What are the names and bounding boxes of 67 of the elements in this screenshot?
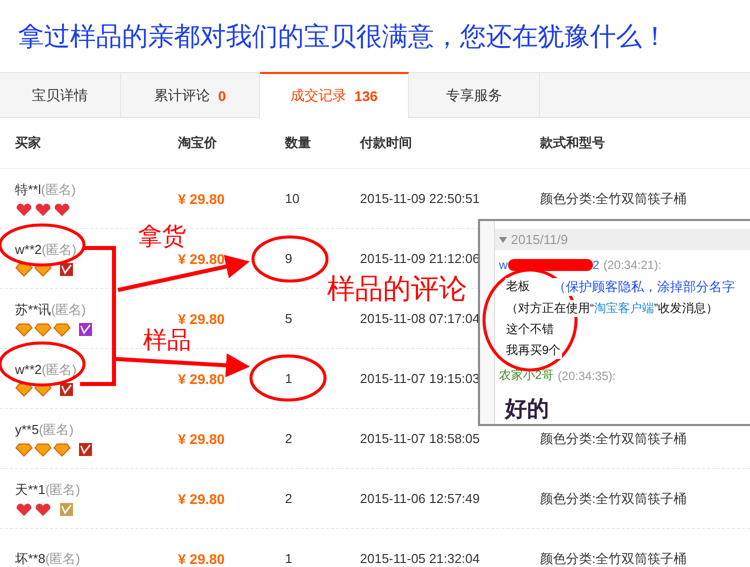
buyer-name: 苏**讯(匿名) bbox=[15, 300, 86, 318]
privacy-note: （保护顾客隐私，涂掉部分名字 bbox=[553, 278, 735, 296]
column-header: 买家 bbox=[15, 134, 41, 152]
buyer-name: 天**1(匿名) bbox=[15, 480, 80, 498]
tab[interactable]: 宝贝详情 bbox=[0, 72, 121, 117]
price: ¥ 29.80 bbox=[178, 370, 225, 386]
price: ¥ 29.80 bbox=[178, 190, 225, 206]
diamond-icon bbox=[15, 322, 33, 336]
payment-time: 2015-11-06 12:57:49 bbox=[360, 491, 480, 506]
heart-icon bbox=[15, 202, 33, 216]
buyer-name: 特**l(匿名) bbox=[15, 180, 76, 198]
diamond-icon bbox=[15, 382, 33, 396]
message-time: (20:34:35): bbox=[558, 368, 616, 382]
quantity: 10 bbox=[285, 191, 300, 206]
diamond-icon bbox=[34, 442, 52, 456]
column-header: 淘宝价 bbox=[178, 134, 217, 152]
heart-icon bbox=[34, 202, 52, 216]
quantity: 9 bbox=[285, 251, 292, 266]
message-text: 老板 bbox=[505, 278, 531, 295]
price: ¥ 29.80 bbox=[178, 490, 225, 506]
annotation-text: 样品的评论 bbox=[327, 274, 467, 305]
style-cell: 颜色分类:全竹双筒筷子桶 bbox=[540, 550, 687, 567]
diamond-icon bbox=[53, 442, 71, 456]
payment-time: 2015-11-09 21:12:06 bbox=[360, 251, 480, 266]
buyer-name: y**5(匿名) bbox=[15, 420, 74, 438]
sender-name: 2 bbox=[592, 258, 600, 272]
quantity: 2 bbox=[285, 431, 292, 446]
style-cell: 颜色分类:全竹双筒筷子桶 bbox=[540, 430, 687, 448]
quantity: 5 bbox=[285, 311, 292, 326]
payment-time: 2015-11-07 19:15:03 bbox=[360, 371, 480, 386]
diamond-icon bbox=[34, 322, 52, 336]
diamond-icon bbox=[15, 442, 33, 456]
banner-title: 拿过样品的亲都对我们的宝贝很满意，您还在犹豫什么！ bbox=[17, 20, 669, 52]
quantity: 2 bbox=[285, 491, 292, 506]
price: ¥ 29.80 bbox=[178, 250, 225, 266]
chat-date: 2015/11/9 bbox=[511, 232, 568, 247]
annotation-text: 样品 bbox=[143, 328, 191, 354]
payment-time: 2015-11-08 07:17:04 bbox=[360, 311, 480, 326]
payment-time: 2015-11-09 22:50:51 bbox=[360, 191, 480, 206]
style-cell: 颜色分类:全竹双筒筷子桶 bbox=[540, 490, 687, 508]
heart-icon bbox=[53, 202, 71, 216]
price: ¥ 29.80 bbox=[178, 550, 225, 566]
buyer-name: w**2(匿名) bbox=[15, 360, 76, 378]
heart-icon bbox=[34, 502, 52, 516]
buyer-name: w**2(匿名) bbox=[15, 240, 76, 258]
tab[interactable]: 专享服务 bbox=[409, 72, 540, 117]
quantity: 1 bbox=[285, 551, 292, 566]
message-time: (20:34:21): bbox=[603, 258, 662, 272]
message-text: 好的 bbox=[505, 395, 550, 423]
style-cell: 颜色分类:全竹双筒筷子桶 bbox=[540, 190, 687, 208]
diamond-icon bbox=[15, 262, 33, 276]
message-text: 我再买9个 bbox=[505, 342, 562, 359]
price: ¥ 29.80 bbox=[178, 430, 225, 446]
payment-time: 2015-11-07 18:58:05 bbox=[360, 431, 480, 446]
price: ¥ 29.80 bbox=[178, 310, 225, 326]
annotation-text: 拿货 bbox=[138, 224, 186, 250]
quantity: 1 bbox=[285, 371, 292, 386]
heart-icon bbox=[15, 502, 33, 516]
column-header: 款式和型号 bbox=[540, 134, 605, 152]
diamond-icon bbox=[53, 322, 71, 336]
sender-name: 农家小2哥 bbox=[499, 367, 554, 384]
buyer-name: 坏**8(匿名) bbox=[15, 550, 80, 567]
payment-time: 2015-11-05 21:32:04 bbox=[360, 551, 480, 566]
column-header: 付款时间 bbox=[360, 134, 412, 152]
collapse-triangle-icon bbox=[499, 236, 507, 242]
column-header: 数量 bbox=[285, 134, 311, 152]
sender-name: w bbox=[499, 258, 508, 272]
